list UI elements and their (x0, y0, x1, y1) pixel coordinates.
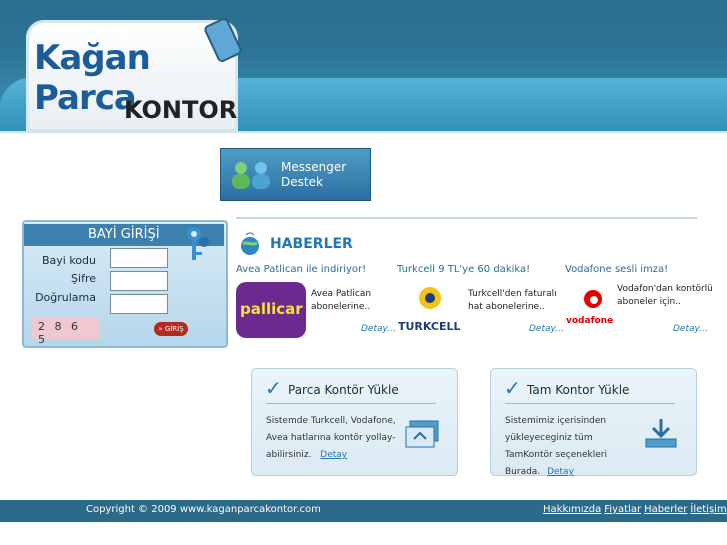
footer-link-contact[interactable]: İletişim (690, 504, 726, 515)
card-divider (505, 403, 675, 404)
globe-icon (241, 232, 259, 255)
news-item-title[interactable]: Turkcell 9 TL'ye 60 dakika! (397, 264, 530, 275)
news-item-body: Avea Patlican abonelerine.. (311, 289, 372, 312)
card-detail-link[interactable]: Detay (320, 450, 347, 460)
news-item-title[interactable]: Vodafone sesli imza! (565, 264, 668, 275)
card-body: Sistemde Turkcell, Vodafone, Avea hatlar… (266, 413, 400, 464)
news-item-body: Vodafon'dan kontörlü aboneler için.. (617, 284, 713, 307)
field-label-dealer-code: Bayi kodu (41, 254, 96, 267)
checkmark-icon: ✓ (504, 376, 521, 400)
vodafone-emblem-icon (584, 290, 602, 308)
messenger-buddies-icon (232, 162, 270, 189)
footer-link-prices[interactable]: Fiyatlar (604, 504, 641, 515)
footer: Copyright © 2009 www.kaganparcakontor.co… (0, 500, 727, 522)
captcha-image: 2 8 6 5 (32, 317, 100, 346)
news-item-body: Turkcell'den faturalı hat abonelerine.. (468, 289, 557, 312)
logo-subtitle: KONTOR (124, 96, 238, 124)
card-body: Sistemimiz içerisinden yükleyeceginiz tü… (505, 413, 639, 481)
card-divider (266, 403, 436, 404)
field-label-password: Şifre (71, 272, 96, 285)
news-heading: HABERLER (236, 232, 386, 256)
messenger-sublabel: Destek (281, 175, 323, 189)
turkcell-logo: TURKCELL (398, 284, 468, 334)
password-input[interactable] (110, 271, 168, 291)
footer-link-news[interactable]: Haberler (644, 504, 687, 515)
patlican-logo: pallicar (236, 282, 306, 338)
card-detail-link[interactable]: Detay (547, 467, 574, 477)
site-logo[interactable]: Kağan Parca KONTOR (26, 16, 244, 132)
copyright-text: Copyright © 2009 www.kaganparcakontor.co… (86, 504, 321, 515)
turkcell-emblem-icon (419, 287, 441, 309)
keys-icon (187, 227, 209, 260)
verification-input[interactable] (110, 294, 168, 314)
checkmark-icon: ✓ (265, 376, 282, 400)
divider (236, 217, 697, 219)
footer-nav: Hakkımızda Fiyatlar Haberler İletişim (543, 504, 727, 515)
page: Kağan Parca KONTOR Messenger Destek BAYİ… (0, 0, 727, 545)
brand-label: pallicar (240, 300, 303, 318)
login-submit-button[interactable]: » GİRİŞ (154, 322, 188, 336)
news-item-detail-link[interactable]: Detay... (361, 324, 396, 334)
parca-kontor-card: ✓ Parca Kontör Yükle Sistemde Turkcell, … (251, 368, 458, 476)
download-tray-icon (645, 419, 677, 448)
dealer-code-input[interactable] (110, 248, 168, 268)
card-title: Parca Kontör Yükle (288, 383, 399, 397)
brand-label: TURKCELL (398, 320, 461, 333)
card-title: Tam Kontor Yükle (527, 383, 630, 397)
messenger-support-button[interactable]: Messenger Destek (220, 148, 371, 201)
news-item-title[interactable]: Avea Patlican ile indiriyor! (236, 264, 366, 275)
tam-kontor-card: ✓ Tam Kontor Yükle Sistemimiz içerisinde… (490, 368, 697, 477)
news-item-detail-link[interactable]: Detay... (673, 324, 708, 334)
dealer-login-box: BAYİ GİRİŞİ Bayi kodu Şifre Doğrulama 2 … (22, 220, 228, 348)
field-label-verification: Doğrulama (35, 291, 96, 304)
vodafone-logo: vodafone (566, 288, 618, 332)
news-item-detail-link[interactable]: Detay... (529, 324, 564, 334)
brand-label: vodafone (566, 316, 614, 326)
news-title: HABERLER (270, 236, 353, 252)
messenger-label: Messenger (281, 160, 347, 174)
footer-link-about[interactable]: Hakkımızda (543, 504, 601, 515)
upload-monitor-icon (405, 420, 439, 448)
